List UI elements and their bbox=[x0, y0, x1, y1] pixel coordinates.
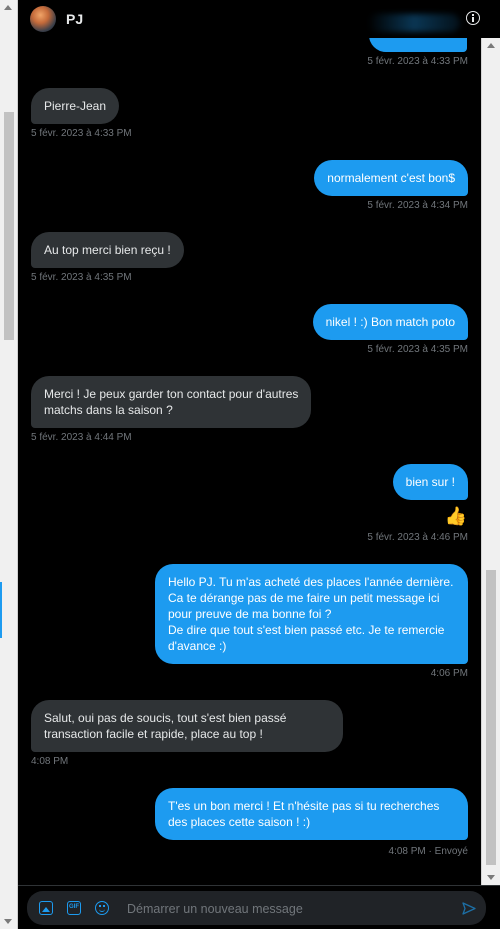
scroll-up-arrow[interactable] bbox=[4, 5, 12, 10]
scroll-down-arrow[interactable] bbox=[4, 919, 12, 924]
message-bubble-incoming[interactable]: Salut, oui pas de soucis, tout s'est bie… bbox=[31, 700, 343, 752]
conversation-scrollbar[interactable] bbox=[481, 38, 500, 885]
message-bubble-incoming[interactable]: Merci ! Je peux garder ton contact pour … bbox=[31, 376, 312, 428]
message-timestamp: 5 févr. 2023 à 4:34 PM bbox=[367, 200, 468, 211]
composer-bar: GIF bbox=[18, 885, 500, 929]
message-bubble-outgoing[interactable]: nikel ! :) Bon match poto bbox=[312, 304, 468, 340]
message-bubble-incoming[interactable]: Pierre-Jean bbox=[31, 88, 120, 124]
page-scrollbar[interactable] bbox=[0, 0, 18, 929]
message-timestamp: 5 févr. 2023 à 4:35 PM bbox=[31, 272, 132, 283]
scroll-up-arrow[interactable] bbox=[487, 43, 495, 48]
message-bubble-outgoing[interactable]: T'es un bon merci ! Et n'hésite pas si t… bbox=[155, 788, 468, 840]
avatar[interactable] bbox=[30, 6, 56, 32]
message-bubble-incoming[interactable]: Au top merci bien reçu ! bbox=[31, 232, 184, 268]
message-timestamp: 5 févr. 2023 à 4:33 PM bbox=[367, 56, 468, 67]
emoji-icon[interactable] bbox=[95, 901, 109, 915]
message-timestamp: 5 févr. 2023 à 4:44 PM bbox=[31, 432, 132, 443]
message-bubble-outgoing[interactable]: bien sur ! bbox=[392, 464, 468, 500]
image-icon[interactable] bbox=[39, 901, 53, 915]
message-list: 5 févr. 2023 à 4:33 PM Pierre-Jean 5 fév… bbox=[18, 38, 481, 885]
conversation-header: PJ bbox=[18, 0, 500, 38]
scrollbar-thumb[interactable] bbox=[486, 570, 496, 865]
message-timestamp: 5 févr. 2023 à 4:33 PM bbox=[31, 128, 132, 139]
message-bubble-outgoing[interactable] bbox=[369, 38, 467, 52]
message-timestamp: 5 févr. 2023 à 4:35 PM bbox=[367, 344, 468, 355]
contact-name[interactable]: PJ bbox=[66, 11, 83, 27]
message-bubble-outgoing[interactable]: normalement c'est bon$ bbox=[314, 160, 468, 196]
message-timestamp: 4:08 PM bbox=[31, 756, 69, 767]
thumbs-up-emoji: 👍 bbox=[444, 506, 467, 526]
blurred-region bbox=[368, 14, 460, 32]
info-icon[interactable] bbox=[466, 11, 480, 25]
message-timestamp: 4:06 PM bbox=[430, 668, 468, 679]
message-status: 4:08 PM · Envoyé bbox=[388, 846, 468, 857]
scroll-down-arrow[interactable] bbox=[487, 875, 495, 880]
gif-icon[interactable]: GIF bbox=[67, 901, 81, 915]
message-bubble-outgoing[interactable]: Hello PJ. Tu m'as acheté des places l'an… bbox=[155, 564, 468, 664]
scrollbar-thumb[interactable] bbox=[4, 112, 14, 340]
message-input[interactable] bbox=[127, 900, 447, 918]
message-composer: GIF bbox=[27, 891, 486, 925]
send-icon[interactable] bbox=[462, 902, 476, 915]
focus-indicator bbox=[0, 582, 2, 638]
message-timestamp: 5 févr. 2023 à 4:46 PM bbox=[367, 532, 468, 543]
